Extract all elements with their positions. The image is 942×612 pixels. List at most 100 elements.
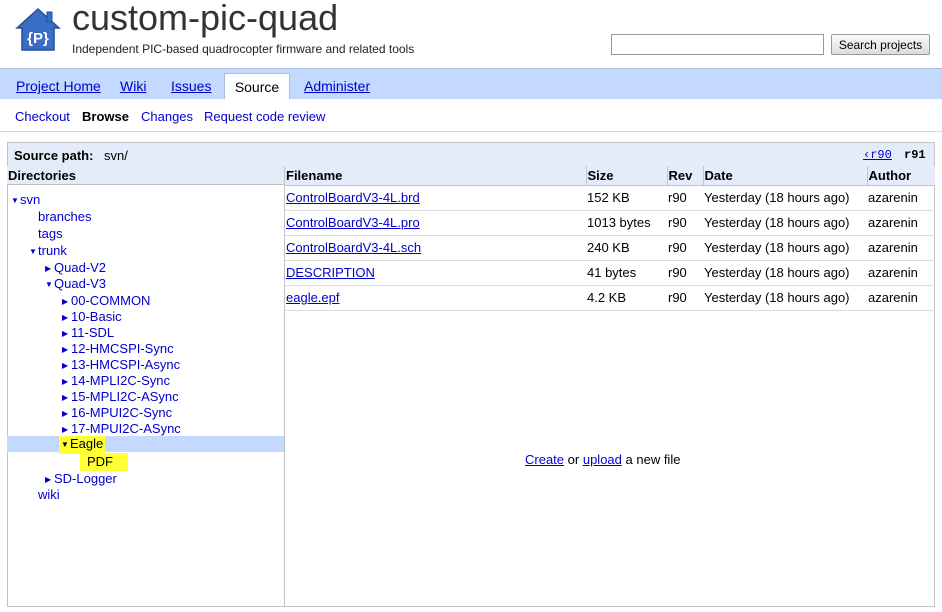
caret-right-icon[interactable]: ▶	[62, 326, 71, 341]
file-rev: r90	[667, 185, 703, 211]
tree-item-label: 17-MPUI2C-ASync	[71, 421, 181, 436]
caret-down-icon[interactable]: ▼	[11, 193, 20, 208]
create-upload-message: Create or upload a new file	[525, 452, 680, 467]
caret-right-icon[interactable]: ▶	[62, 310, 71, 325]
file-rev: r90	[667, 260, 703, 286]
caret-right-icon[interactable]: ▶	[45, 472, 54, 487]
caret-down-icon[interactable]: ▼	[61, 437, 70, 452]
tree-item-17-mpui2c-async[interactable]: ▶ 17-MPUI2C-ASync	[62, 421, 181, 437]
project-name[interactable]: custom-pic-quad	[72, 0, 338, 38]
subnav-checkout[interactable]: Checkout	[15, 109, 70, 124]
file-name-link[interactable]: ControlBoardV3-4L.sch	[285, 235, 586, 261]
search-projects-button[interactable]: Search projects	[831, 34, 930, 55]
source-subnav: Checkout Browse Changes Request code rev…	[0, 99, 942, 132]
caret-right-icon[interactable]: ▶	[62, 294, 71, 309]
new-file-text: a new file	[625, 452, 681, 467]
tree-item-11-sdl[interactable]: ▶ 11-SDL	[62, 325, 114, 341]
caret-right-icon[interactable]: ▶	[62, 406, 71, 421]
file-name-link[interactable]: ControlBoardV3-4L.brd	[285, 185, 586, 211]
project-logo-icon[interactable]: {P}	[14, 6, 62, 54]
caret-right-icon[interactable]: ▶	[62, 358, 71, 373]
tab-source-label: Source	[234, 79, 280, 95]
upload-file-link[interactable]: upload	[583, 452, 622, 467]
tree-item-13-hmcspi-async[interactable]: ▶ 13-HMCSPI-Async	[62, 357, 180, 373]
file-date: Yesterday (18 hours ago)	[703, 260, 867, 286]
file-name-link[interactable]: ControlBoardV3-4L.pro	[285, 210, 586, 236]
subnav-request-code-review[interactable]: Request code review	[204, 109, 325, 124]
tree-item-pdf[interactable]: PDF	[80, 453, 128, 471]
column-author[interactable]: Author	[867, 166, 935, 186]
tree-item-14-mpli2c-sync[interactable]: ▶ 14-MPLI2C-Sync	[62, 373, 170, 389]
tab-issues[interactable]: Issues	[171, 78, 211, 94]
source-path-value: svn/	[104, 148, 128, 163]
tab-source[interactable]: Source	[224, 73, 290, 101]
file-size: 240 KB	[586, 235, 667, 261]
tab-wiki[interactable]: Wiki	[120, 78, 146, 94]
previous-revision-link[interactable]: ‹r90	[863, 148, 892, 162]
file-table-header: Filename Size Rev Date Author	[285, 166, 935, 186]
tree-item-quad-v2[interactable]: ▶ Quad-V2	[45, 260, 106, 276]
tree-item-12-hmcspi-sync[interactable]: ▶ 12-HMCSPI-Sync	[62, 341, 174, 357]
source-path-label: Source path:	[14, 148, 94, 163]
tree-item-label: trunk	[38, 243, 67, 258]
tree-item-sd-logger[interactable]: ▶ SD-Logger	[45, 471, 117, 487]
tree-item-10-basic[interactable]: ▶ 10-Basic	[62, 309, 122, 325]
column-size[interactable]: Size	[586, 166, 668, 186]
tree-item-label: 16-MPUI2C-Sync	[71, 405, 173, 420]
file-rev: r90	[667, 210, 703, 236]
create-file-link[interactable]: Create	[525, 452, 564, 467]
file-author: azarenin	[867, 235, 935, 261]
caret-right-icon[interactable]: ▶	[62, 390, 71, 405]
tree-item-trunk[interactable]: ▼trunk	[29, 243, 67, 259]
caret-right-icon[interactable]: ▶	[62, 342, 71, 357]
tree-item-label: svn	[20, 192, 41, 207]
caret-right-icon[interactable]: ▶	[62, 374, 71, 389]
project-summary: Independent PIC-based quadrocopter firmw…	[72, 42, 415, 56]
file-date: Yesterday (18 hours ago)	[703, 210, 867, 236]
tree-item-tags[interactable]: tags	[38, 226, 63, 241]
tree-item-svn[interactable]: ▼svn	[11, 192, 40, 208]
table-row: ControlBoardV3-4L.sch 240 KB r90 Yesterd…	[285, 235, 935, 261]
file-date: Yesterday (18 hours ago)	[703, 235, 867, 261]
main-tab-bar: Project Home Wiki Issues Source Administ…	[0, 68, 942, 101]
source-path-bar: Source path: svn/ ‹r90 r91	[7, 142, 935, 166]
tree-item-15-mpli2c-async[interactable]: ▶ 15-MPLI2C-ASync	[62, 389, 179, 405]
tree-item-branches[interactable]: branches	[38, 209, 91, 224]
caret-down-icon[interactable]: ▼	[29, 244, 38, 259]
tree-item-wiki[interactable]: wiki	[38, 487, 60, 502]
caret-down-icon[interactable]: ▼	[45, 277, 54, 292]
tree-item-label: Quad-V3	[54, 276, 107, 291]
tree-item-label: 11-SDL	[71, 325, 115, 340]
tree-item-16-mpui2c-sync[interactable]: ▶ 16-MPUI2C-Sync	[62, 405, 172, 421]
tree-item-00-common[interactable]: ▶ 00-COMMON	[62, 293, 150, 309]
search-input[interactable]	[611, 34, 824, 55]
files-panel: Filename Size Rev Date Author ControlBoa…	[285, 166, 935, 607]
table-row: DESCRIPTION 41 bytes r90 Yesterday (18 h…	[285, 260, 935, 286]
column-filename[interactable]: Filename	[285, 166, 587, 186]
subnav-browse[interactable]: Browse	[82, 109, 129, 124]
column-date[interactable]: Date	[703, 166, 868, 186]
column-rev[interactable]: Rev	[667, 166, 704, 186]
table-row: eagle.epf 4.2 KB r90 Yesterday (18 hours…	[285, 285, 935, 311]
file-author: azarenin	[867, 185, 935, 211]
file-size: 1013 bytes	[586, 210, 667, 236]
tree-item-label: 00-COMMON	[71, 293, 151, 308]
table-row: ControlBoardV3-4L.brd 152 KB r90 Yesterd…	[285, 185, 935, 211]
caret-right-icon[interactable]: ▶	[45, 261, 54, 276]
table-row: ControlBoardV3-4L.pro 1013 bytes r90 Yes…	[285, 210, 935, 236]
tree-item-label: 13-HMCSPI-Async	[71, 357, 181, 372]
tab-project-home[interactable]: Project Home	[16, 78, 101, 94]
selected-directory-row	[7, 436, 284, 452]
file-name-link[interactable]: DESCRIPTION	[285, 260, 586, 286]
tree-item-eagle[interactable]: ▼Eagle	[59, 436, 106, 454]
or-text: or	[567, 452, 580, 467]
tree-item-quad-v3[interactable]: ▼Quad-V3	[45, 276, 106, 292]
file-size: 152 KB	[586, 185, 667, 211]
file-name-link[interactable]: eagle.epf	[285, 285, 586, 311]
caret-right-icon[interactable]: ▶	[62, 422, 71, 437]
subnav-changes[interactable]: Changes	[141, 109, 193, 124]
tab-administer[interactable]: Administer	[304, 78, 370, 94]
tree-item-label: 10-Basic	[71, 309, 122, 324]
logo-letter: {P}	[27, 30, 49, 47]
directories-header: Directories	[7, 166, 284, 185]
